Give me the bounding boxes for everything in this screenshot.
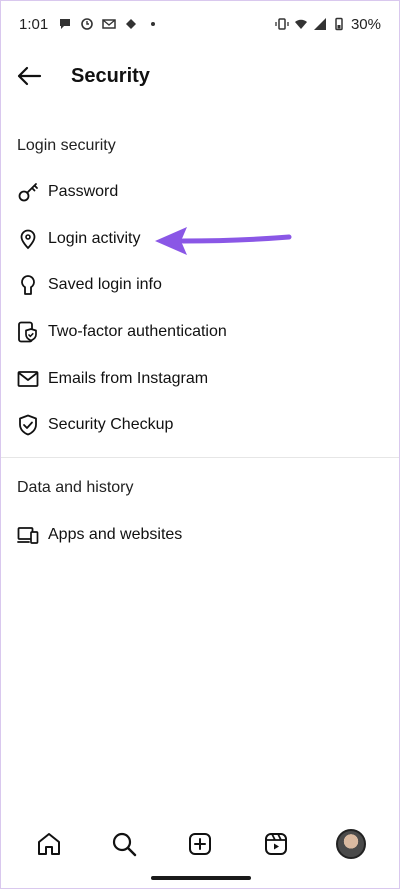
menu-item-password[interactable]: Password — [1, 169, 399, 215]
devices-icon — [17, 524, 39, 546]
battery-percent: 30% — [350, 15, 381, 33]
menu-item-two-factor-authentication[interactable]: Two-factor authentication — [1, 309, 399, 355]
home-icon — [37, 833, 60, 855]
menu-item-label: Two-factor authentication — [48, 323, 227, 340]
nav-profile-button[interactable] — [329, 822, 373, 866]
nav-search-button[interactable] — [102, 822, 146, 866]
menu-item-label: Login activity — [48, 230, 141, 247]
menu-item-label: Password — [48, 183, 119, 200]
nav-create-button[interactable] — [178, 822, 222, 866]
menu-item-label: Emails from Instagram — [48, 370, 209, 387]
menu-item-label: Security Checkup — [48, 416, 174, 433]
dot-icon — [151, 22, 156, 26]
keyhole-icon — [17, 274, 39, 296]
reels-icon — [264, 833, 287, 855]
home-indicator[interactable] — [151, 876, 251, 880]
status-time: 1:01 — [19, 15, 49, 33]
envelope-icon — [17, 368, 39, 390]
feedly-icon — [126, 19, 137, 29]
menu-item-label: Apps and websites — [48, 526, 183, 543]
key-icon — [17, 181, 39, 203]
notification-icons — [58, 17, 160, 31]
shield-phone-icon — [17, 321, 39, 343]
nav-home-button[interactable] — [27, 822, 71, 866]
page-title: Security — [71, 64, 150, 87]
search-icon — [113, 832, 137, 857]
menu-item-apps-and-websites[interactable]: Apps and websites — [1, 512, 399, 558]
signal-icon — [313, 18, 326, 30]
mail-icon — [102, 19, 116, 29]
menu-item-label: Saved login info — [48, 276, 162, 293]
header: Security — [1, 53, 399, 99]
chat-bubble-icon — [60, 19, 71, 29]
section-divider — [1, 457, 399, 458]
nav-reels-button[interactable] — [254, 822, 298, 866]
arrow-left-icon — [17, 66, 42, 86]
status-bar: 1:01 30% — [1, 1, 399, 47]
menu-item-security-checkup[interactable]: Security Checkup — [1, 402, 399, 448]
location-pin-icon — [17, 228, 39, 250]
shield-check-icon — [17, 414, 39, 436]
avatar — [336, 829, 367, 859]
status-right: 30% — [275, 16, 381, 33]
back-button[interactable] — [1, 53, 57, 99]
clock-icon — [81, 18, 94, 30]
menu-item-emails-from-instagram[interactable]: Emails from Instagram — [1, 356, 399, 402]
plus-square-icon — [188, 833, 211, 855]
section-title-data-history: Data and history — [17, 479, 134, 496]
section-title-login-security: Login security — [17, 137, 116, 154]
wifi-icon — [294, 19, 307, 29]
bottom-nav — [1, 819, 399, 869]
annotation-arrow-icon — [155, 227, 292, 255]
battery-icon — [335, 17, 343, 31]
menu-item-saved-login-info[interactable]: Saved login info — [1, 262, 399, 308]
vibrate-icon — [275, 18, 289, 30]
